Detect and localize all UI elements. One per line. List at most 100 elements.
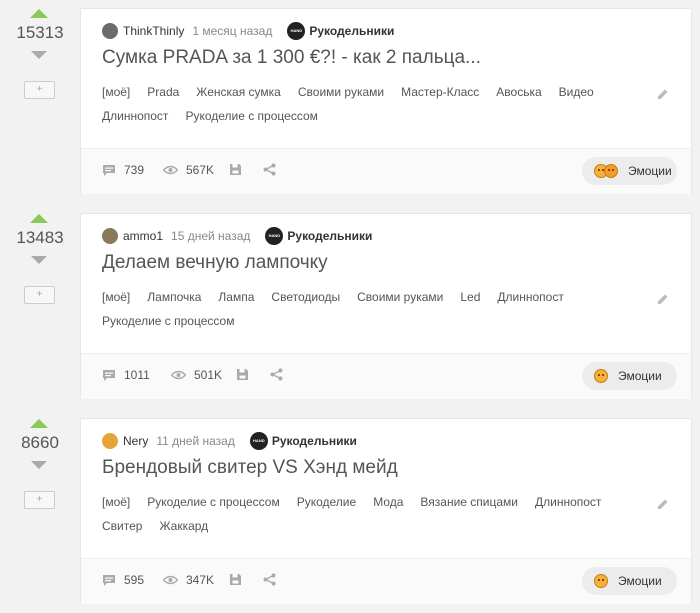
emotions-label: Эмоции (618, 369, 662, 383)
tag[interactable]: Длиннопост (535, 495, 601, 510)
pencil-icon[interactable] (657, 498, 669, 510)
author-link[interactable]: ThinkThinly (123, 24, 184, 38)
emotions-button[interactable]: Эмоции (582, 362, 677, 390)
rating-score: 13483 (16, 228, 64, 247)
tag[interactable]: Вязание спицами (420, 495, 518, 510)
author-link[interactable]: ammo1 (123, 229, 163, 243)
tag[interactable]: Рукоделие с процессом (185, 109, 317, 124)
eye-icon (163, 575, 178, 585)
community-link[interactable]: Рукодельники (287, 229, 372, 243)
post-card: Nery 11 дней назад HAND MADE Рукодельник… (80, 418, 692, 604)
tag[interactable]: Рукоделие с процессом (102, 314, 234, 329)
share-icon[interactable] (270, 368, 283, 381)
tag[interactable]: Рукоделие с процессом (147, 495, 279, 510)
comments-stat[interactable]: 739 (102, 163, 144, 177)
community-link[interactable]: Рукодельники (272, 434, 357, 448)
post-title[interactable]: Делаем вечную лампочку (102, 252, 328, 274)
emotions-label: Эмоции (628, 164, 672, 178)
post-footer: 595 347K Эмоции (81, 558, 691, 604)
downvote-arrow-icon[interactable] (31, 461, 47, 469)
post-footer: 1011 501K Эмоции (81, 353, 691, 399)
pencil-icon[interactable] (657, 293, 669, 305)
comments-stat[interactable]: 1011 (102, 368, 150, 382)
tag[interactable]: Своими руками (357, 290, 443, 305)
save-icon[interactable] (236, 368, 249, 381)
tag[interactable]: Мастер-Класс (401, 85, 479, 100)
tag[interactable]: Лампа (218, 290, 254, 305)
emotions-button[interactable]: Эмоции (582, 567, 677, 595)
tag[interactable]: Своими руками (298, 85, 384, 100)
tag[interactable]: [моё] (102, 495, 130, 510)
views-stat: 567K (163, 163, 214, 177)
community-logo[interactable]: HAND MADE (249, 432, 268, 450)
tag[interactable]: Prada (147, 85, 179, 100)
share-icon[interactable] (263, 573, 276, 586)
upvote-arrow-icon[interactable] (30, 214, 48, 223)
emotion-face-icon (594, 369, 608, 383)
views-count: 567K (186, 163, 215, 177)
tag[interactable]: [моё] (102, 290, 130, 305)
views-count: 501K (194, 368, 223, 382)
post-meta: Nery 11 дней назад HAND MADE Рукодельник… (102, 432, 357, 450)
pencil-icon[interactable] (657, 88, 669, 100)
save-plus-button[interactable]: + (24, 491, 55, 509)
save-icon[interactable] (229, 163, 242, 176)
comment-icon (103, 574, 115, 586)
rating-score: 15313 (16, 23, 64, 42)
post-meta: ammo1 15 дней назад HAND MADE Рукодельни… (102, 227, 372, 245)
comments-count: 739 (124, 163, 145, 177)
tag[interactable]: Рукоделие (297, 495, 356, 510)
comment-icon (103, 369, 115, 381)
tag[interactable]: Жаккард (159, 519, 208, 534)
community-link[interactable]: Рукодельники (309, 24, 394, 38)
avatar[interactable] (102, 433, 118, 449)
downvote-arrow-icon[interactable] (31, 256, 47, 264)
tag[interactable]: Длиннопост (497, 290, 563, 305)
views-stat: 347K (163, 573, 214, 587)
comments-count: 595 (124, 573, 145, 587)
upvote-arrow-icon[interactable] (30, 419, 48, 428)
downvote-arrow-icon[interactable] (31, 51, 47, 59)
tag[interactable]: Свитер (102, 519, 142, 534)
tag[interactable]: Лампочка (147, 290, 201, 305)
community-logo[interactable]: HAND MADE (287, 22, 306, 40)
eye-icon (171, 370, 186, 380)
post: 8660 + Nery 11 дней назад HAND MADE Руко… (0, 418, 700, 613)
post-title[interactable]: Сумка PRADA за 1 300 €?! - как 2 пальца.… (102, 47, 481, 69)
tag[interactable]: Женская сумка (196, 85, 281, 100)
avatar[interactable] (102, 228, 118, 244)
share-icon[interactable] (263, 163, 276, 176)
tag[interactable]: Led (460, 290, 480, 305)
tag[interactable]: Видео (559, 85, 594, 100)
save-plus-button[interactable]: + (24, 81, 55, 99)
community-logo[interactable]: HAND MADE (265, 227, 284, 245)
post: 13483 + ammo1 15 дней назад HAND MADE Ру… (0, 213, 700, 408)
comments-stat[interactable]: 595 (102, 573, 144, 587)
avatar[interactable] (102, 23, 118, 39)
post: 15313 + ThinkThinly 1 месяц назад HAND M… (0, 8, 700, 203)
emotions-button[interactable]: Эмоции (582, 157, 677, 185)
post-title[interactable]: Брендовый свитер VS Хэнд мейд (102, 457, 398, 479)
save-icon[interactable] (229, 573, 242, 586)
tag[interactable]: Авоська (496, 85, 541, 100)
tag[interactable]: [моё] (102, 85, 130, 100)
eye-icon (163, 165, 178, 175)
comment-icon (103, 164, 115, 176)
tag[interactable]: Мода (373, 495, 403, 510)
emotion-face-icon (594, 164, 618, 178)
views-stat: 501K (171, 368, 222, 382)
post-card: ThinkThinly 1 месяц назад HAND MADE Руко… (80, 8, 692, 194)
upvote-arrow-icon[interactable] (30, 9, 48, 18)
save-plus-button[interactable]: + (24, 286, 55, 304)
author-link[interactable]: Nery (123, 434, 148, 448)
post-time: 1 месяц назад (192, 24, 273, 38)
post-footer: 739 567K Эмоции (81, 148, 691, 194)
emotion-face-icon (594, 574, 608, 588)
tag[interactable]: Светодиоды (271, 290, 340, 305)
tag-list: [моё] Prada Женская сумка Своими руками … (102, 85, 622, 124)
post-meta: ThinkThinly 1 месяц назад HAND MADE Руко… (102, 22, 394, 40)
post-time: 11 дней назад (156, 434, 235, 448)
tag-list: [моё] Рукоделие с процессом Рукоделие Мо… (102, 495, 622, 534)
comments-count: 1011 (124, 368, 150, 382)
tag[interactable]: Длиннопост (102, 109, 168, 124)
